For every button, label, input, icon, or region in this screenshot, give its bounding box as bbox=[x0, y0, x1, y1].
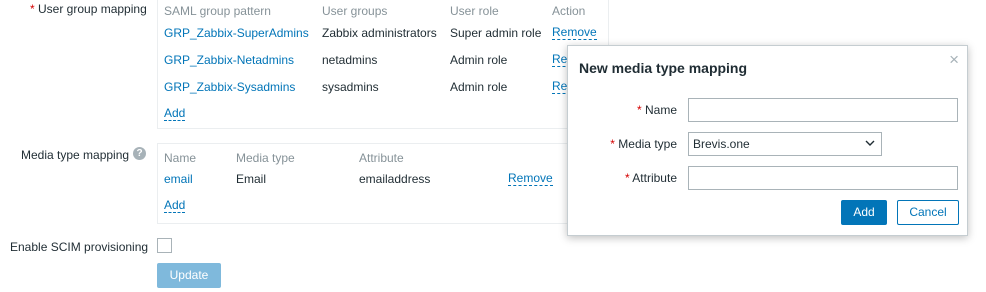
header-action: Action bbox=[552, 4, 586, 18]
media-type-mapping-label: Media type mapping bbox=[21, 148, 130, 162]
required-marker: * bbox=[610, 137, 615, 151]
attribute-label: * Attribute bbox=[624, 171, 677, 185]
attribute-cell: emailaddress bbox=[359, 172, 431, 186]
media-type-label: * Media type bbox=[610, 137, 677, 151]
name-label: * Name bbox=[636, 103, 677, 117]
header-media-type: Media type bbox=[236, 151, 295, 165]
cancel-button[interactable]: Cancel bbox=[897, 200, 959, 225]
add-button[interactable]: Add bbox=[841, 200, 887, 225]
media-type-cell: Email bbox=[236, 172, 267, 186]
required-marker: * bbox=[30, 2, 35, 16]
add-group-mapping-button[interactable]: Add bbox=[164, 107, 186, 121]
header-user-groups: User groups bbox=[322, 4, 388, 18]
add-media-mapping-button[interactable]: Add bbox=[164, 199, 186, 213]
help-icon[interactable]: ? bbox=[133, 147, 146, 160]
media-type-selected-value: Brevis.one bbox=[693, 137, 750, 151]
header-user-role: User role bbox=[450, 4, 499, 18]
user-role-cell: Admin role bbox=[450, 80, 508, 94]
media-mapping-name-link[interactable]: email bbox=[164, 172, 193, 186]
close-icon[interactable]: × bbox=[949, 51, 959, 68]
group-pattern-link[interactable]: GRP_Zabbix-Netadmins bbox=[164, 53, 294, 67]
required-marker: * bbox=[636, 103, 642, 117]
group-pattern-link[interactable]: GRP_Zabbix-Sysadmins bbox=[164, 80, 295, 94]
user-groups-cell: sysadmins bbox=[322, 80, 379, 94]
new-media-type-mapping-dialog: New media type mapping × * Name * Media … bbox=[567, 45, 968, 236]
remove-button[interactable]: Remove bbox=[552, 26, 597, 40]
remove-button[interactable]: Remove bbox=[508, 172, 553, 186]
media-type-select[interactable]: Brevis.one bbox=[688, 132, 882, 156]
user-group-mapping-label: * User group mapping bbox=[30, 2, 147, 16]
header-name: Name bbox=[164, 151, 197, 165]
user-role-cell: Admin role bbox=[450, 53, 508, 67]
enable-scim-checkbox[interactable] bbox=[157, 238, 172, 253]
update-button[interactable]: Update bbox=[157, 263, 221, 288]
media-type-mapping-table: Name Media type Attribute email Email em… bbox=[157, 143, 609, 224]
enable-scim-label: Enable SCIM provisioning bbox=[10, 240, 149, 254]
group-pattern-link[interactable]: GRP_Zabbix-SuperAdmins bbox=[164, 26, 309, 40]
header-attribute: Attribute bbox=[359, 151, 404, 165]
attribute-input[interactable] bbox=[688, 166, 958, 190]
name-input[interactable] bbox=[688, 98, 958, 122]
dialog-title: New media type mapping bbox=[579, 60, 748, 76]
chevron-down-icon bbox=[865, 140, 875, 146]
user-groups-cell: netadmins bbox=[322, 53, 378, 67]
user-groups-cell: Zabbix administrators bbox=[322, 26, 437, 40]
header-saml-group-pattern: SAML group pattern bbox=[164, 4, 271, 18]
required-marker: * bbox=[624, 171, 630, 185]
user-role-cell: Super admin role bbox=[450, 26, 542, 40]
user-group-mapping-table: SAML group pattern User groups User role… bbox=[157, 0, 609, 129]
